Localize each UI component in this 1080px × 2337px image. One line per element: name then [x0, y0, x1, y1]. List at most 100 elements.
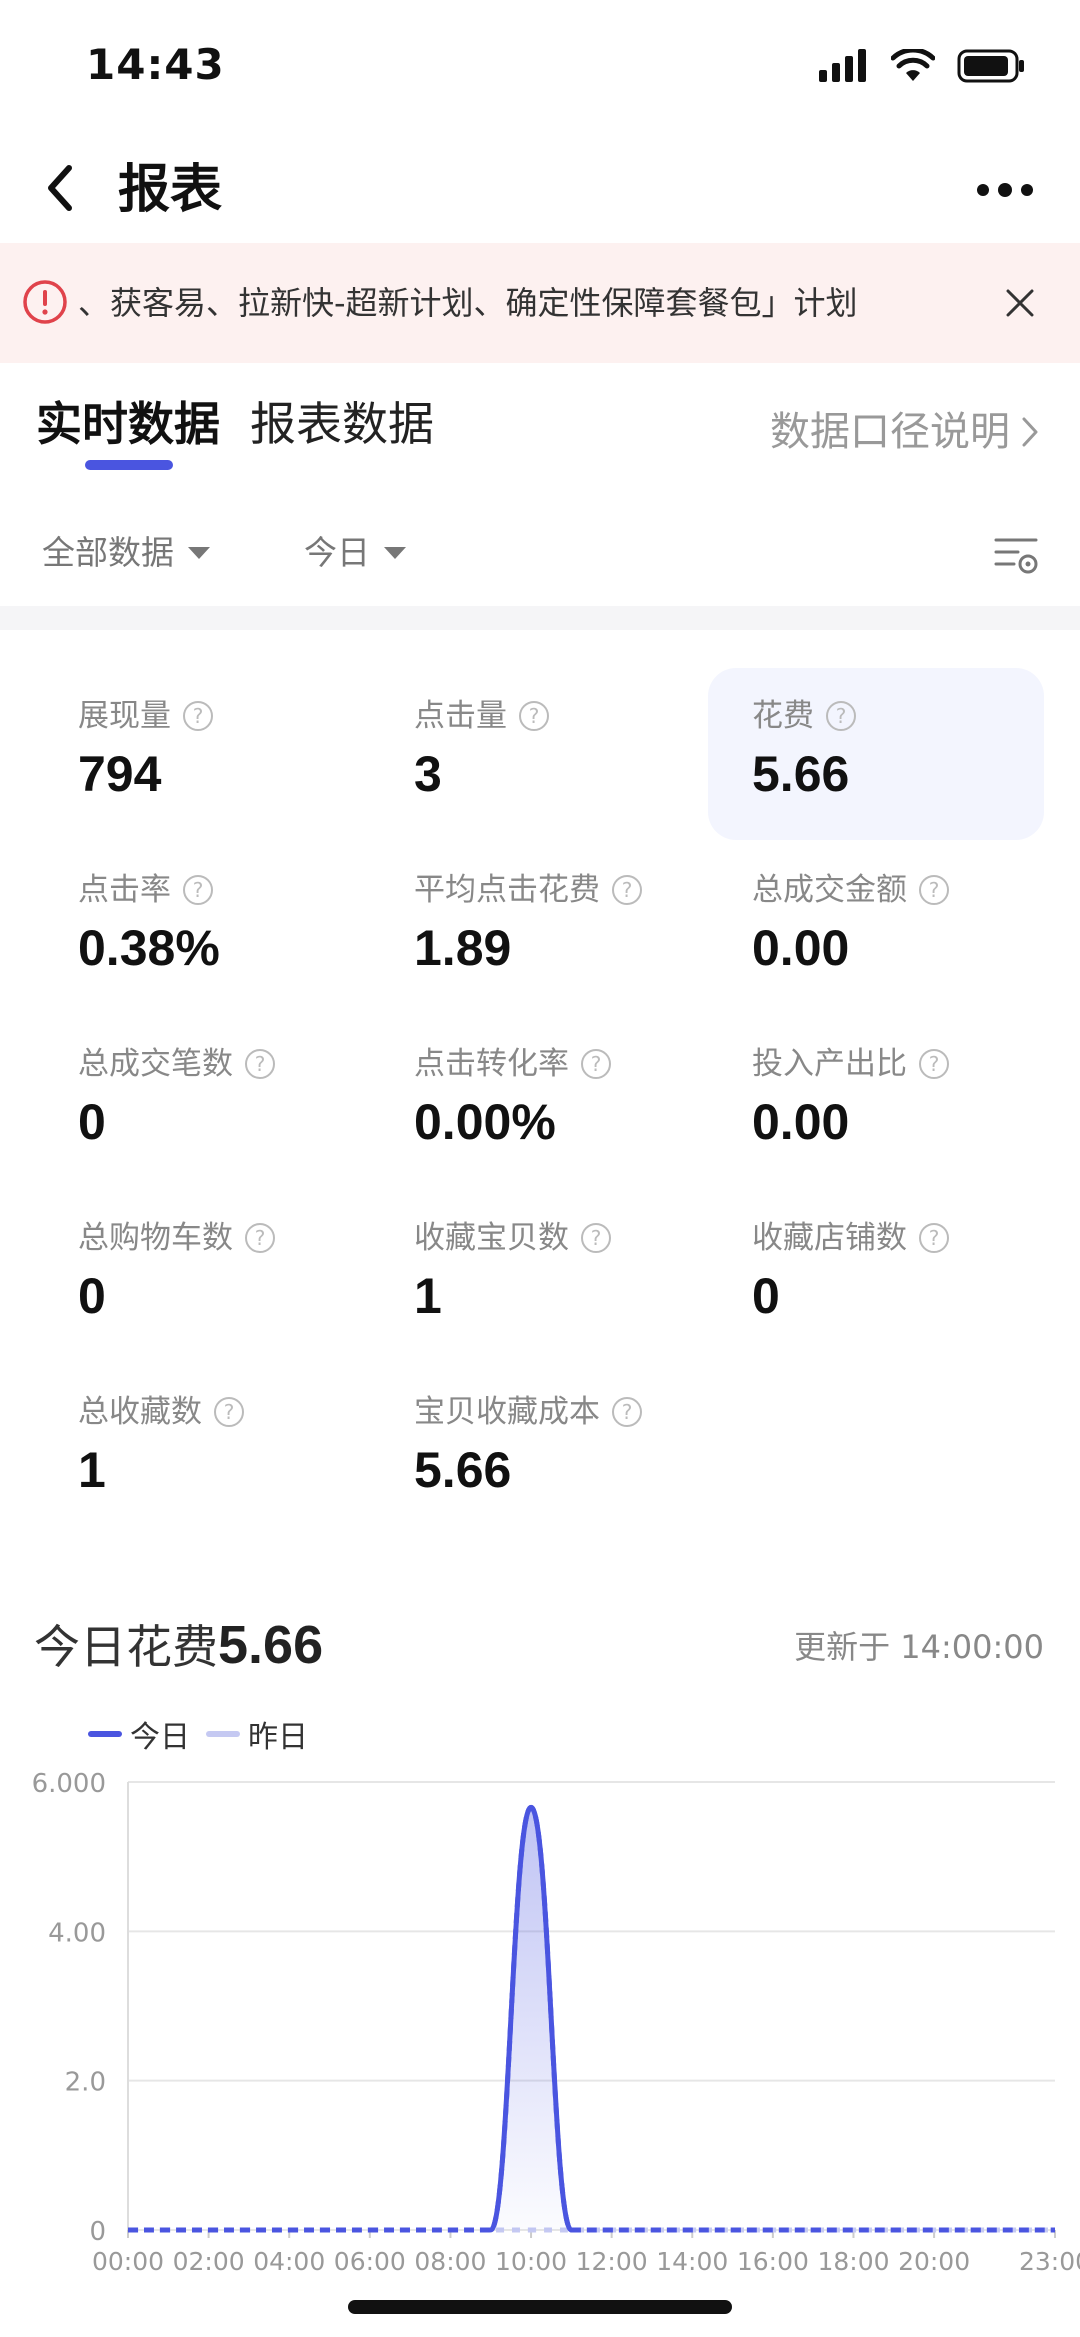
filter-settings-icon[interactable] [992, 530, 1042, 580]
data-point-today [287, 2228, 291, 2232]
data-point-today [851, 2228, 855, 2232]
legend-item-yesterday[interactable]: 昨日 [206, 1712, 308, 1756]
metric-label: 平均点击花费? [414, 870, 642, 910]
help-icon[interactable]: ? [612, 875, 642, 905]
metric-label: 总购物车数? [78, 1218, 275, 1258]
data-point-today [972, 2228, 976, 2232]
spend-title: 今日花费5.66 [34, 1610, 323, 1682]
metric-label-text: 总成交金额 [752, 872, 907, 908]
metric-value: 3 [414, 746, 442, 802]
notice-text: 、获客易、拉新快-超新计划、确定性保障套餐包」计划 [78, 284, 858, 322]
metric-value: 1 [414, 1268, 442, 1324]
close-icon [1006, 289, 1034, 317]
metric-impressions[interactable]: 展现量? 794 [34, 630, 370, 802]
metric-total-gmv[interactable]: 总成交金额? 0.00 [708, 804, 1044, 976]
metric-label-text: 点击转化率 [414, 1046, 569, 1082]
help-icon[interactable]: ? [826, 701, 856, 731]
chevron-right-icon [1022, 417, 1038, 447]
metric-label: 总成交笔数? [78, 1044, 275, 1084]
filter-row: 全部数据 今日 [0, 510, 1080, 600]
metric-value: 0.00 [752, 1094, 850, 1150]
metric-favorite-cost[interactable]: 宝贝收藏成本? 5.66 [370, 1326, 706, 1498]
metric-value: 0 [752, 1268, 780, 1324]
updated-time: 更新于 14:00:00 [794, 1628, 1044, 1666]
metric-label: 点击量? [414, 696, 549, 736]
tab-bar: 实时数据 报表数据 数据口径说明 [0, 380, 1080, 490]
help-icon[interactable]: ? [919, 1223, 949, 1253]
metric-total-favorites[interactable]: 总收藏数? 1 [34, 1326, 370, 1498]
legend-label-today: 今日 [130, 1720, 190, 1755]
metric-roi[interactable]: 投入产出比? 0.00 [708, 978, 1044, 1150]
data-point-today [448, 2228, 452, 2232]
data-point-today [932, 2228, 936, 2232]
metric-label: 收藏宝贝数? [414, 1218, 611, 1258]
metric-label: 总成交金额? [752, 870, 949, 910]
spend-line-chart[interactable]: 6.000 4.00 2.0 000:00 02:00 04:00 06:00 08:00 10… [0, 1760, 1080, 2280]
spend-total-value: 5.66 [218, 1615, 324, 1675]
scope-dropdown-label: 全部数据 [42, 533, 174, 572]
x-tick-label: 16:00 [737, 2247, 809, 2276]
help-icon[interactable]: ? [519, 701, 549, 731]
data-point-today [650, 2228, 654, 2232]
data-point-today [408, 2228, 412, 2232]
tab-realtime-data[interactable]: 实时数据 [36, 394, 220, 454]
metric-label-text: 宝贝收藏成本 [414, 1394, 600, 1430]
data-caliber-link[interactable]: 数据口径说明 [770, 402, 1040, 462]
metric-item-favorites[interactable]: 收藏宝贝数? 1 [370, 1152, 706, 1324]
help-icon[interactable]: ? [214, 1397, 244, 1427]
metric-label: 宝贝收藏成本? [414, 1392, 642, 1432]
metric-avg-cpc[interactable]: 平均点击花费? 1.89 [370, 804, 706, 976]
tab-report-data[interactable]: 报表数据 [250, 394, 434, 454]
date-dropdown-label: 今日 [304, 533, 370, 572]
caret-down-icon [188, 547, 210, 559]
notice-close-button[interactable] [990, 273, 1050, 333]
x-tick-label: 23:00 [1019, 2247, 1080, 2276]
back-button[interactable] [30, 158, 90, 218]
nav-bar: 报表 [0, 140, 1080, 240]
metric-clicks[interactable]: 点击量? 3 [370, 630, 706, 802]
notice-banner: 、获客易、拉新快-超新计划、确定性保障套餐包」计划 [0, 243, 1080, 363]
x-tick-label: 06:00 [334, 2247, 406, 2276]
x-tick-label: 12:00 [576, 2247, 648, 2276]
help-icon[interactable]: ? [581, 1049, 611, 1079]
series-area-today [128, 1807, 1055, 2230]
series-line-today-dashed [128, 1804, 1055, 2233]
metric-shop-favorites[interactable]: 收藏店铺数? 0 [708, 1152, 1044, 1324]
metric-label: 点击率? [78, 870, 213, 910]
help-icon[interactable]: ? [183, 701, 213, 731]
help-icon[interactable]: ? [581, 1223, 611, 1253]
metric-value: 5.66 [752, 746, 850, 802]
scope-dropdown[interactable]: 全部数据 [42, 528, 210, 578]
status-bar: 14:43 [0, 0, 1080, 140]
metric-click-conversion[interactable]: 点击转化率? 0.00% [370, 978, 706, 1150]
x-tick-label: 00:00 [92, 2247, 164, 2276]
metric-ctr[interactable]: 点击率? 0.38% [34, 804, 370, 976]
legend-swatch-yesterday [206, 1731, 240, 1737]
date-dropdown[interactable]: 今日 [304, 528, 406, 578]
x-tick-label: 02:00 [173, 2247, 245, 2276]
metric-value: 0.00 [752, 920, 850, 976]
help-icon[interactable]: ? [245, 1223, 275, 1253]
metric-total-orders[interactable]: 总成交笔数? 0 [34, 978, 370, 1150]
more-button[interactable] [970, 170, 1040, 210]
section-divider [0, 606, 1080, 630]
help-icon[interactable]: ? [612, 1397, 642, 1427]
data-caliber-label: 数据口径说明 [770, 409, 1010, 455]
help-icon[interactable]: ? [919, 875, 949, 905]
battery-icon [957, 49, 1024, 83]
metric-label-text: 点击量 [414, 698, 507, 734]
legend-item-today[interactable]: 今日 [88, 1712, 190, 1756]
data-point-today [892, 2228, 896, 2232]
metric-cart-adds[interactable]: 总购物车数? 0 [34, 1152, 370, 1324]
y-tick-label: 6.000 [32, 1769, 106, 1799]
help-icon[interactable]: ? [183, 875, 213, 905]
help-icon[interactable]: ? [919, 1049, 949, 1079]
data-point-today [166, 2228, 170, 2232]
chart-legend: 今日 昨日 [88, 1712, 308, 1756]
metric-label: 收藏店铺数? [752, 1218, 949, 1258]
data-point-today [1053, 2228, 1057, 2232]
metric-label-text: 收藏店铺数 [752, 1220, 907, 1256]
help-icon[interactable]: ? [245, 1049, 275, 1079]
metric-value: 0.00% [414, 1094, 556, 1150]
metric-label: 花费? [752, 696, 856, 736]
